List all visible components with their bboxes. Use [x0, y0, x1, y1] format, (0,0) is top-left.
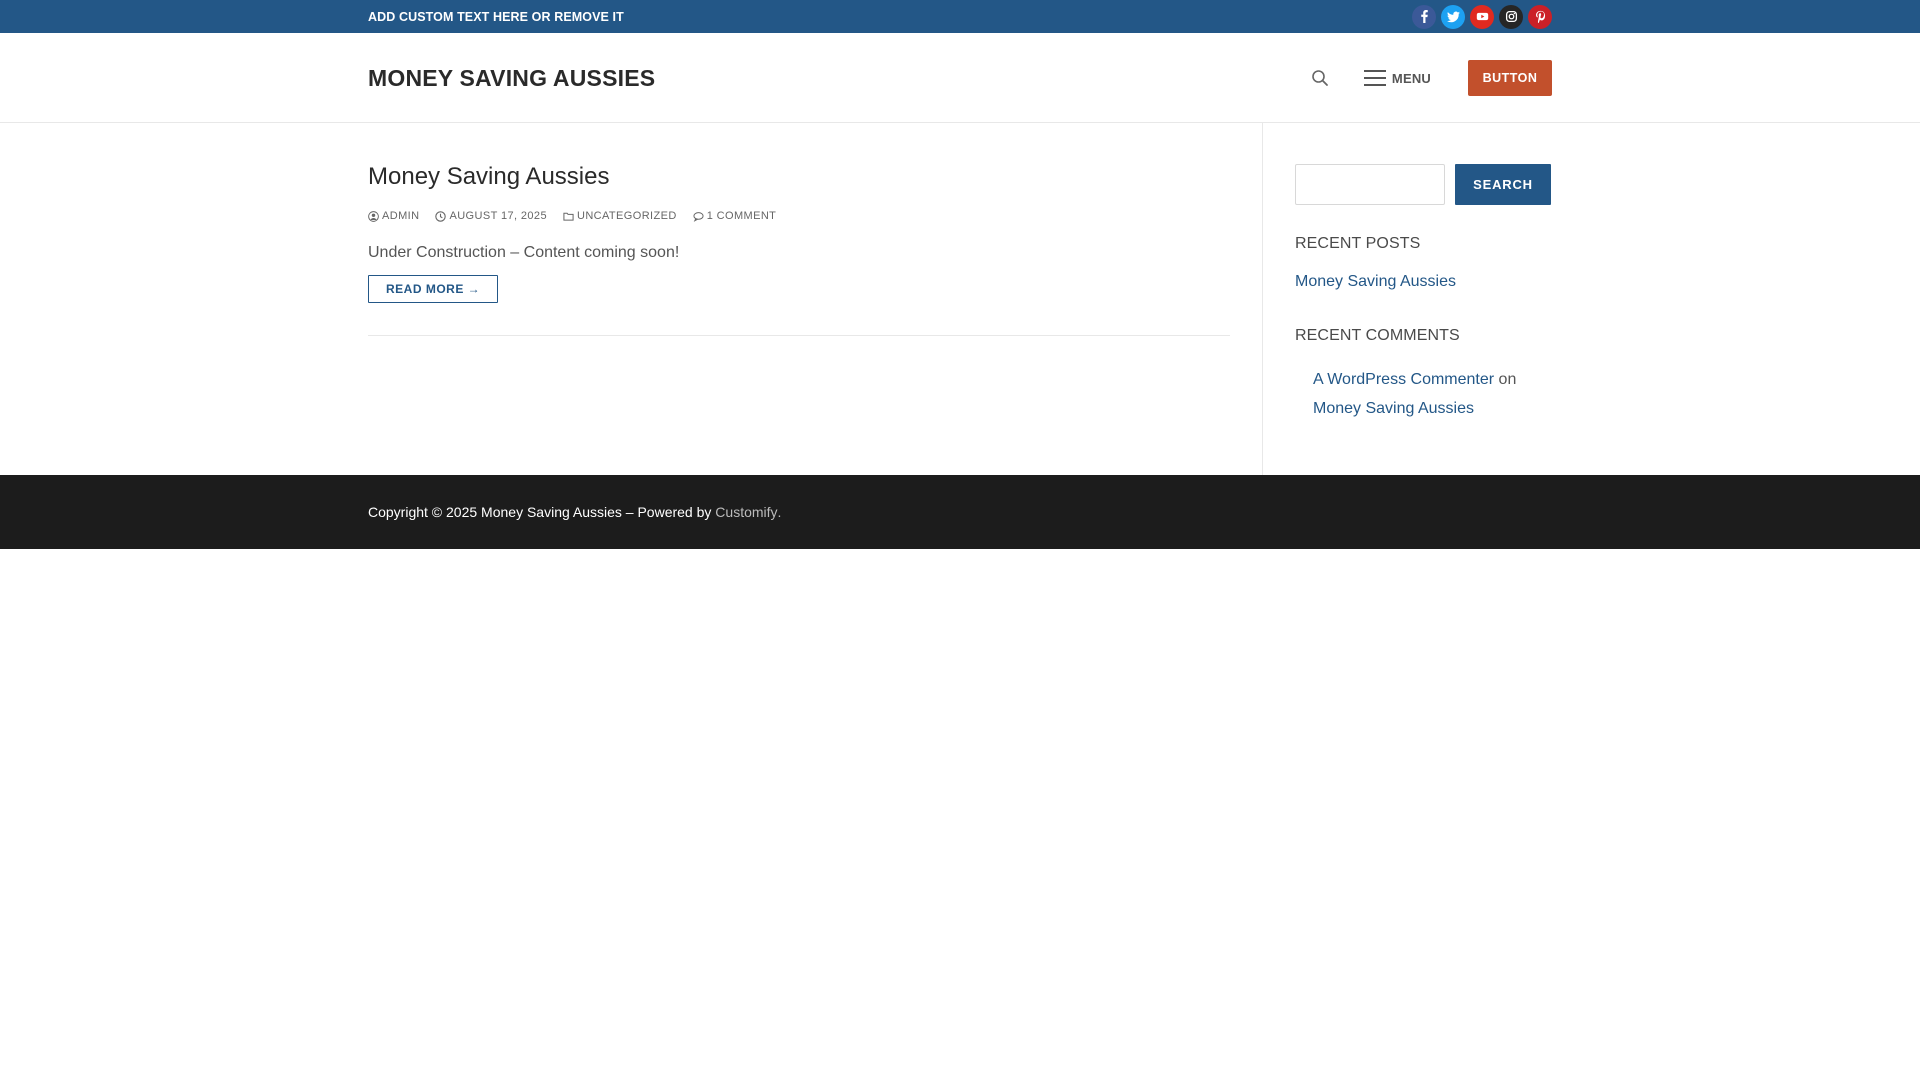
post-meta: ADMIN AUGUST 17, 2025 UNCATEGORIZED 1 CO… — [368, 210, 1230, 222]
post-title[interactable]: Money Saving Aussies — [368, 163, 1230, 191]
search-icon[interactable] — [1309, 67, 1331, 89]
recent-post-link[interactable]: Money Saving Aussies — [1295, 273, 1456, 290]
footer-copyright: Copyright © 2025 Money Saving Aussies – … — [368, 504, 712, 520]
site-title[interactable]: MONEY SAVING AUSSIES — [368, 65, 655, 92]
post-author-label: ADMIN — [382, 210, 420, 222]
post-date-label: AUGUST 17, 2025 — [449, 210, 547, 222]
post-category-label: UNCATEGORIZED — [576, 210, 677, 222]
top-bar: ADD CUSTOM TEXT HERE OR REMOVE IT — [0, 0, 1920, 33]
folder-icon — [563, 212, 574, 221]
user-icon — [368, 210, 379, 222]
comment-icon — [693, 211, 704, 222]
recent-comments-title: RECENT COMMENTS — [1295, 327, 1460, 344]
topbar-custom-text: ADD CUSTOM TEXT HERE OR REMOVE IT — [368, 9, 624, 24]
facebook-icon[interactable] — [1412, 4, 1436, 29]
instagram-icon[interactable] — [1499, 4, 1523, 29]
comment-author-link[interactable]: A WordPress Commenter — [1313, 371, 1494, 388]
customify-link[interactable]: Customify — [715, 504, 777, 520]
post-author[interactable]: ADMIN — [368, 210, 419, 222]
sidebar: SEARCH RECENT POSTS Money Saving Aussies… — [1263, 123, 1552, 475]
header-button[interactable]: BUTTON — [1468, 60, 1552, 96]
recent-comment-item: A WordPress Commenter on Money Saving Au… — [1295, 365, 1552, 423]
site-footer: Copyright © 2025 Money Saving Aussies – … — [0, 475, 1920, 549]
recent-comments-widget: RECENT COMMENTS A WordPress Commenter on… — [1295, 327, 1552, 423]
primary-content: Money Saving Aussies ADMIN AUGUST 17, 20… — [368, 123, 1263, 475]
post-divider — [368, 335, 1230, 336]
comment-post-link[interactable]: Money Saving Aussies — [1313, 400, 1474, 417]
footer-period: . — [777, 504, 782, 520]
sidebar-search: SEARCH — [1295, 164, 1552, 205]
post-comments-label: 1 COMMENT — [706, 210, 777, 222]
pinterest-icon[interactable] — [1528, 4, 1552, 29]
recent-posts-widget: RECENT POSTS Money Saving Aussies — [1295, 235, 1552, 291]
search-button[interactable]: SEARCH — [1455, 164, 1551, 205]
recent-posts-title: RECENT POSTS — [1295, 235, 1421, 252]
menu-label: MENU — [1391, 70, 1431, 86]
search-input[interactable] — [1295, 164, 1445, 205]
menu-toggle-button[interactable]: MENU — [1363, 70, 1431, 86]
post-excerpt: Under Construction – Content coming soon… — [368, 244, 680, 261]
youtube-icon[interactable] — [1470, 4, 1494, 29]
read-more-button[interactable]: READ MORE → — [368, 275, 499, 303]
post-entry: Money Saving Aussies ADMIN AUGUST 17, 20… — [368, 163, 1230, 336]
site-header: MONEY SAVING AUSSIES MENU BUTTON — [0, 33, 1920, 123]
post-category[interactable]: UNCATEGORIZED — [563, 210, 677, 222]
social-links — [1412, 4, 1552, 29]
post-comments[interactable]: 1 COMMENT — [693, 210, 777, 222]
clock-icon — [435, 210, 447, 222]
comment-connector: on — [1498, 371, 1517, 388]
twitter-icon[interactable] — [1441, 4, 1465, 29]
post-date[interactable]: AUGUST 17, 2025 — [435, 210, 547, 222]
hamburger-icon — [1363, 70, 1386, 86]
content-area: Money Saving Aussies ADMIN AUGUST 17, 20… — [0, 123, 1920, 475]
